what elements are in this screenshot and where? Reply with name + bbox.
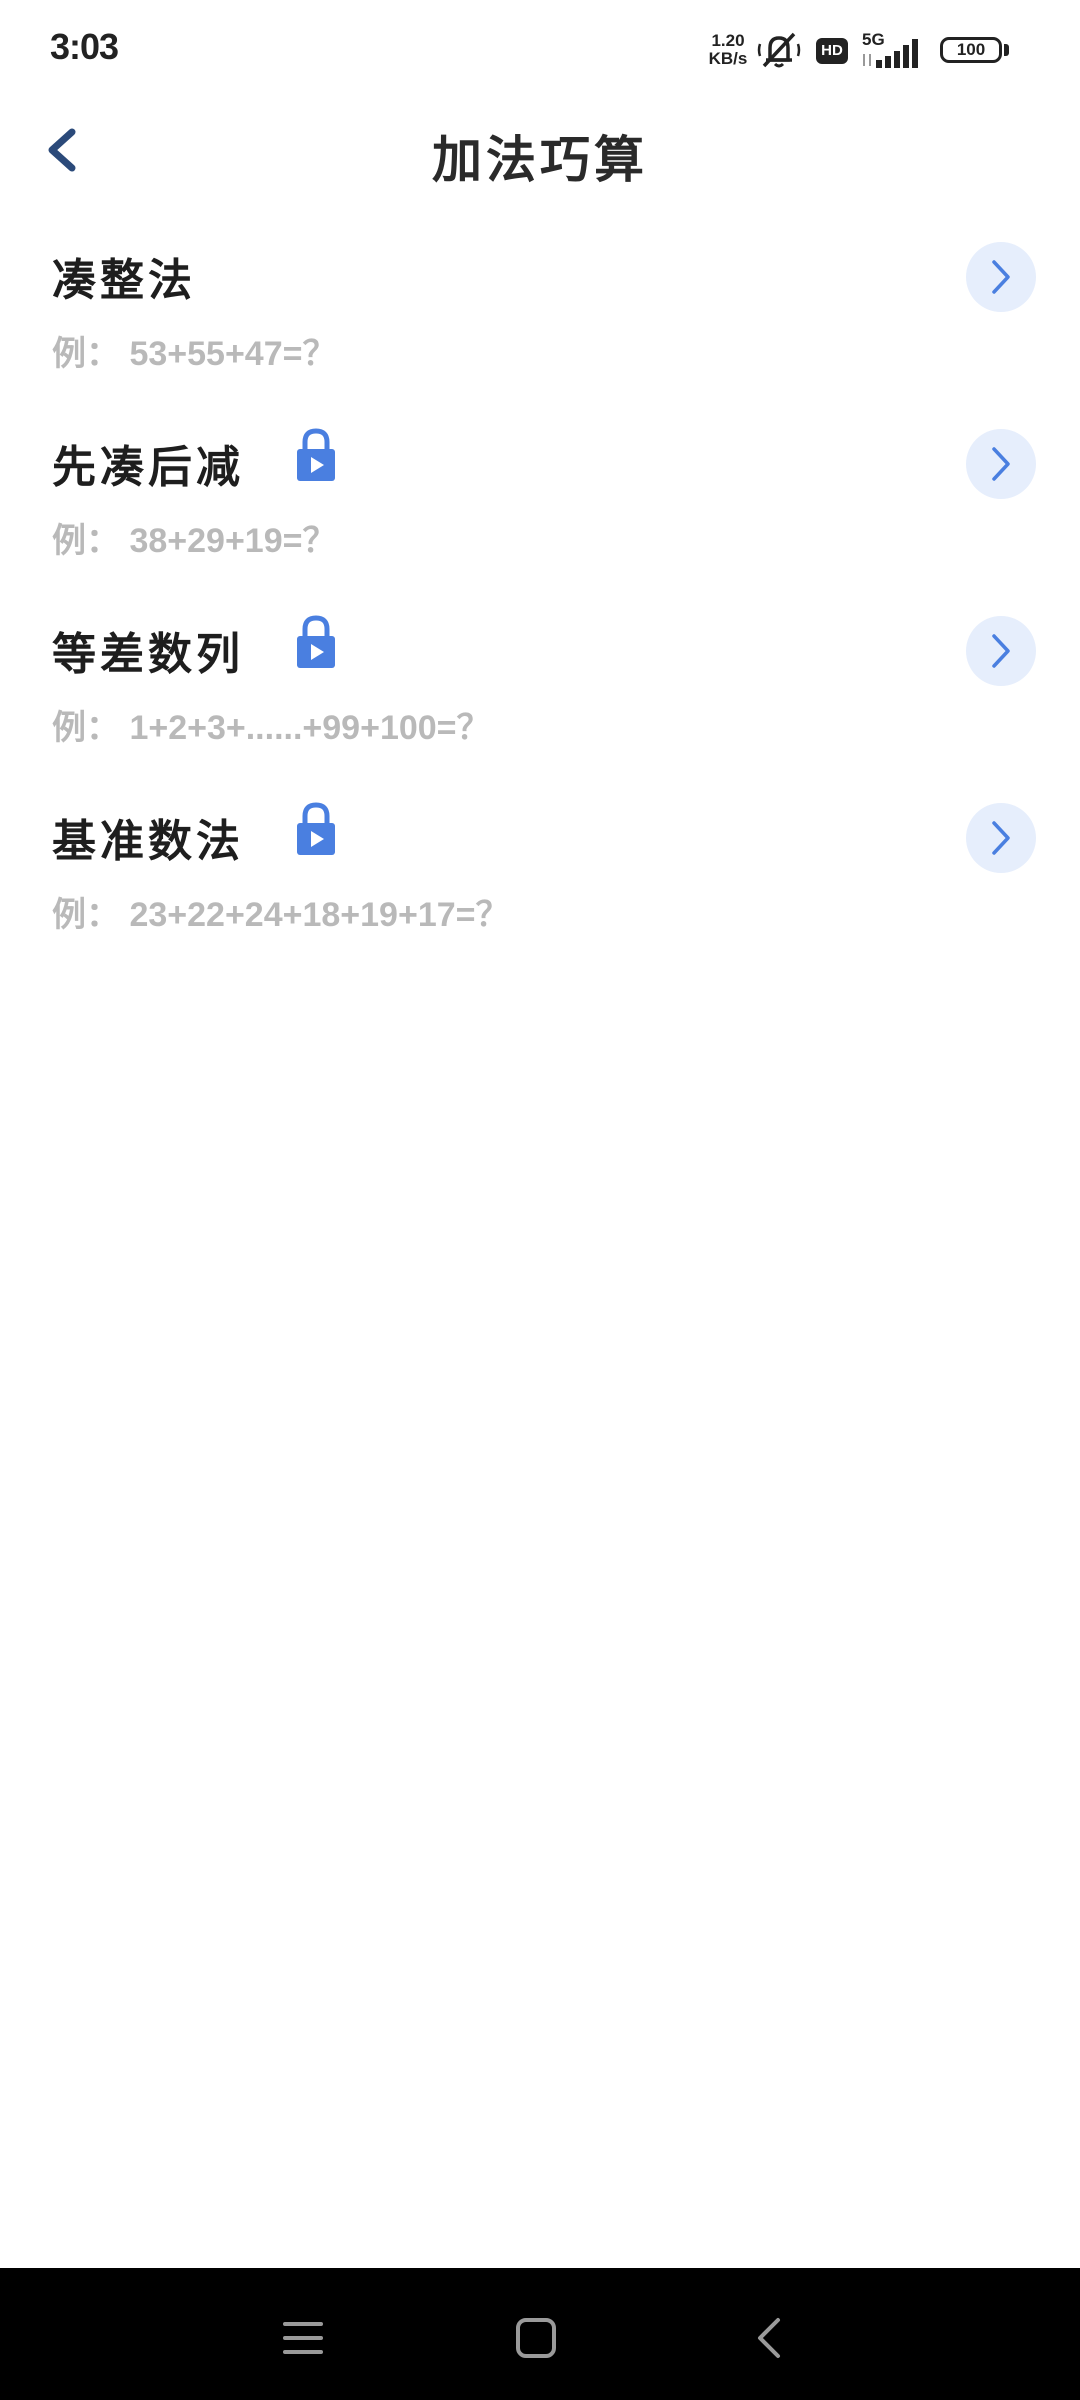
header: 加法巧算 [0,100,1080,200]
lock-video-icon [297,428,335,481]
battery-tip [1004,44,1009,56]
item-title: 凑整法 [52,255,196,306]
system-nav-bar [0,2268,1080,2400]
network-speed-unit: KB/s [708,49,748,68]
home-icon[interactable] [506,2308,566,2368]
item-example: 例： 53+55+47=？ [52,335,337,373]
page-title: 加法巧算 [432,130,648,189]
open-arrow-button[interactable] [966,242,1036,312]
chevron-right-icon [992,634,1010,668]
open-arrow-button[interactable] [966,616,1036,686]
signal-icon [863,39,918,68]
chevron-right-icon [992,447,1010,481]
item-title: 基准数法 [52,816,244,867]
item-example: 例： 38+29+19=？ [52,522,337,560]
network-speed-value: 1.20 [711,31,745,50]
open-arrow-button[interactable] [966,803,1036,873]
list-item[interactable]: 先凑后减 例： 38+29+19=？ [0,417,1080,604]
menu-icon[interactable] [273,2308,333,2368]
open-arrow-button[interactable] [966,429,1036,499]
back-icon[interactable] [740,2308,800,2368]
item-title: 等差数列 [52,629,244,680]
list-item[interactable]: 基准数法 例： 23+22+24+18+19+17=？ [0,791,1080,978]
network-speed: 1.20 KB/s [706,32,750,68]
lock-video-icon [297,802,335,855]
battery-icon: 100 [940,37,1002,63]
mute-bell-icon [757,32,801,68]
item-example: 例： 23+22+24+18+19+17=？ [52,896,510,934]
technique-list: 凑整法 例： 53+55+47=？ 先凑后减 例： 38+29+19=？ 等差数… [0,230,1080,978]
list-item[interactable]: 凑整法 例： 53+55+47=？ [0,230,1080,417]
status-time: 3:03 [50,26,119,67]
list-item[interactable]: 等差数列 例： 1+2+3+......+99+100=？ [0,604,1080,791]
lock-video-icon [297,615,335,668]
item-title: 先凑后减 [52,442,244,493]
status-bar: 3:03 1.20 KB/s HD 5G 100 [0,0,1080,100]
chevron-right-icon [992,821,1010,855]
chevron-right-icon [992,260,1010,294]
hd-icon: HD [816,38,848,64]
item-example: 例： 1+2+3+......+99+100=？ [52,709,491,747]
